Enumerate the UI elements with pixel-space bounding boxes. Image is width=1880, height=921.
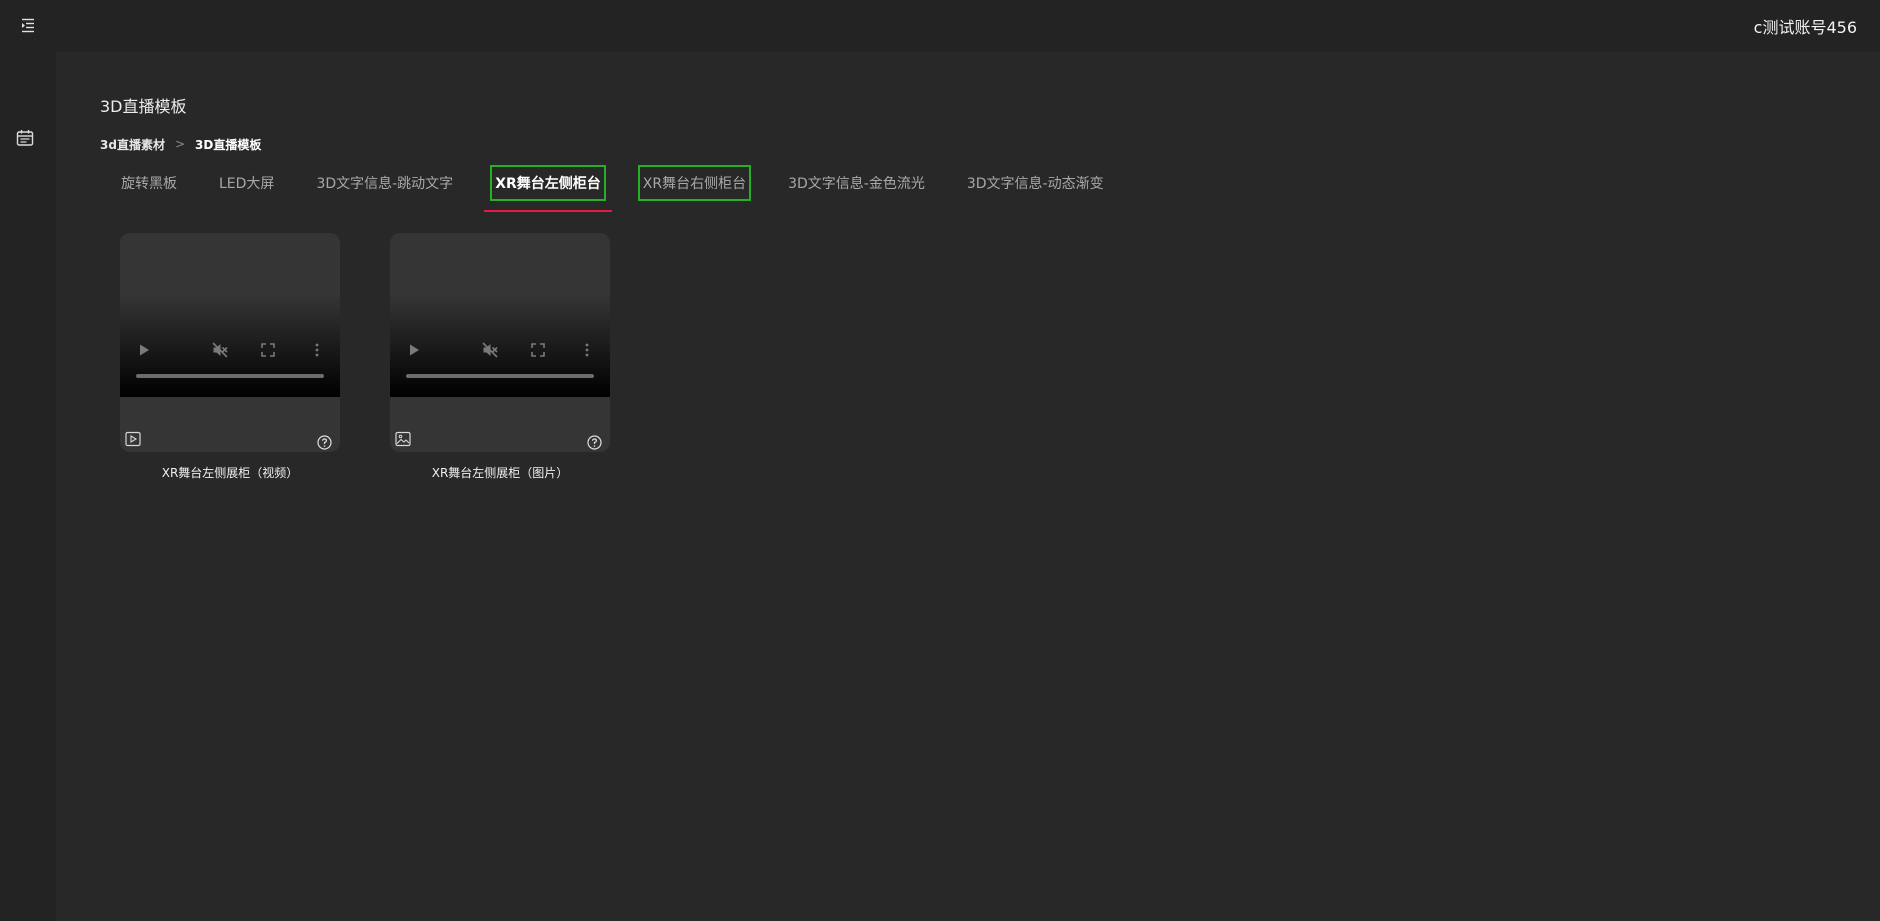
breadcrumb-separator: > xyxy=(174,137,186,151)
more-vertical-icon[interactable] xyxy=(578,341,596,359)
question-circle-icon[interactable] xyxy=(317,435,332,450)
card-title: XR舞台左侧展柜（图片） xyxy=(431,466,569,480)
question-circle-icon[interactable] xyxy=(587,435,602,450)
menu-fold-icon[interactable] xyxy=(18,15,38,35)
tab-label: XR舞台左侧柜台 xyxy=(490,165,606,201)
tab-label: 旋转黑板 xyxy=(121,176,177,192)
tab-3d-text-gold-flow[interactable]: 3D文字信息-金色流光 xyxy=(767,162,946,212)
card-media xyxy=(120,233,340,452)
tab-led-screen[interactable]: LED大屏 xyxy=(198,162,295,212)
tab-rotating-blackboard[interactable]: 旋转黑板 xyxy=(100,162,198,212)
user-account-name[interactable]: c测试账号456 xyxy=(1754,14,1857,38)
template-card[interactable]: XR舞台左侧展柜（视频） xyxy=(120,233,340,481)
video-progress-bar[interactable] xyxy=(136,374,324,378)
play-icon[interactable] xyxy=(135,341,153,359)
breadcrumb: 3d直播素材 > 3D直播模板 xyxy=(100,134,261,154)
video-progress-bar[interactable] xyxy=(406,374,594,378)
tab-label: 3D文字信息-跳动文字 xyxy=(316,176,454,192)
fullscreen-icon[interactable] xyxy=(259,341,277,359)
tab-xr-stage-left-counter[interactable]: XR舞台左侧柜台 xyxy=(474,162,622,212)
page-title: 3D直播模板 xyxy=(100,97,187,116)
tab-label: 3D文字信息-金色流光 xyxy=(788,176,925,192)
tab-label: XR舞台右侧柜台 xyxy=(637,165,752,201)
card-title: XR舞台左侧展柜（视频） xyxy=(161,466,299,480)
image-icon xyxy=(395,431,411,447)
breadcrumb-parent[interactable]: 3d直播素材 xyxy=(100,136,165,153)
top-bar: c测试账号456 xyxy=(0,0,1880,52)
video-player[interactable] xyxy=(390,233,610,397)
tab-label: 3D文字信息-动态渐变 xyxy=(966,176,1104,192)
muted-icon[interactable] xyxy=(211,341,229,359)
card-media xyxy=(390,233,610,452)
template-card-grid: XR舞台左侧展柜（视频） XR舞台左侧展柜（图片） xyxy=(120,233,610,481)
muted-icon[interactable] xyxy=(481,341,499,359)
calendar-icon[interactable] xyxy=(15,128,35,148)
tab-3d-text-bouncing[interactable]: 3D文字信息-跳动文字 xyxy=(295,162,474,212)
play-icon[interactable] xyxy=(405,341,423,359)
tab-label: LED大屏 xyxy=(219,176,275,192)
sidebar xyxy=(0,52,56,921)
more-vertical-icon[interactable] xyxy=(308,341,326,359)
main-content: 3D直播模板 3d直播素材 > 3D直播模板 旋转黑板 LED大屏 3D文字信息… xyxy=(56,52,1880,921)
tab-xr-stage-right-counter[interactable]: XR舞台右侧柜台 xyxy=(622,162,767,212)
breadcrumb-current: 3D直播模板 xyxy=(195,137,262,152)
fullscreen-icon[interactable] xyxy=(529,341,547,359)
category-tabs: 旋转黑板 LED大屏 3D文字信息-跳动文字 XR舞台左侧柜台 XR舞台右侧柜台… xyxy=(100,162,1125,212)
template-card[interactable]: XR舞台左侧展柜（图片） xyxy=(390,233,610,481)
video-icon xyxy=(125,431,141,447)
tab-3d-text-dynamic-gradient[interactable]: 3D文字信息-动态渐变 xyxy=(946,162,1125,212)
video-player[interactable] xyxy=(120,233,340,397)
